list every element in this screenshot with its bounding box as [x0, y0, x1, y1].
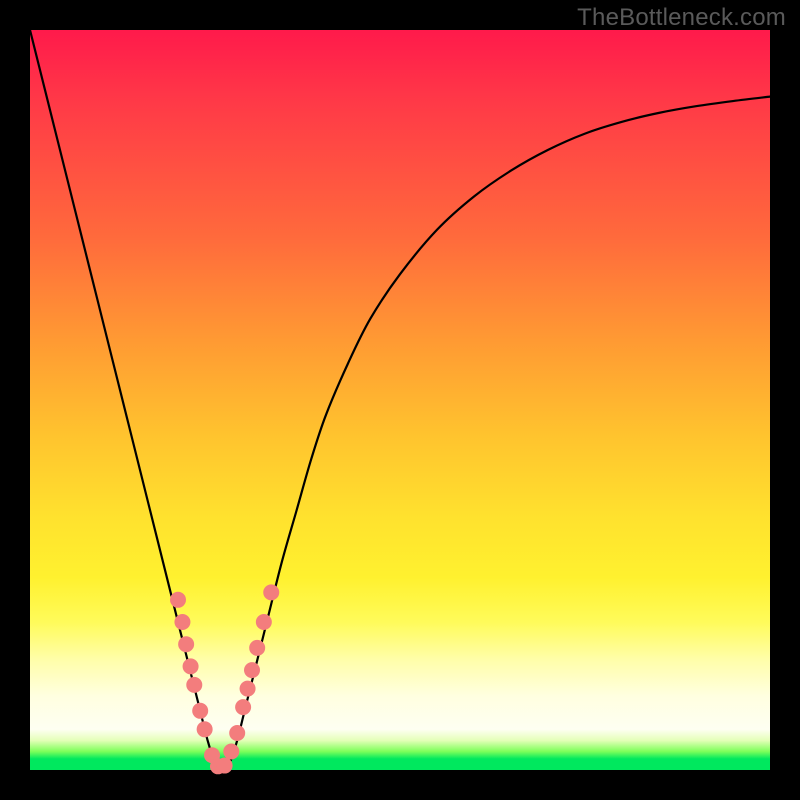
data-marker — [178, 636, 194, 652]
data-marker — [186, 677, 202, 693]
data-marker — [174, 614, 190, 630]
data-marker — [170, 592, 186, 608]
data-marker — [192, 703, 208, 719]
data-marker — [235, 699, 251, 715]
data-marker — [223, 744, 239, 760]
data-marker — [263, 584, 279, 600]
data-marker — [197, 721, 213, 737]
data-marker — [256, 614, 272, 630]
marker-group — [170, 584, 279, 774]
plot-area — [30, 30, 770, 770]
bottleneck-curve — [30, 30, 770, 770]
watermark-text: TheBottleneck.com — [577, 4, 786, 32]
data-marker — [183, 658, 199, 674]
data-marker — [244, 662, 260, 678]
data-marker — [217, 758, 233, 774]
data-marker — [240, 681, 256, 697]
chart-frame: TheBottleneck.com — [0, 0, 800, 800]
data-marker — [249, 640, 265, 656]
data-marker — [229, 725, 245, 741]
curve-layer — [30, 30, 770, 770]
